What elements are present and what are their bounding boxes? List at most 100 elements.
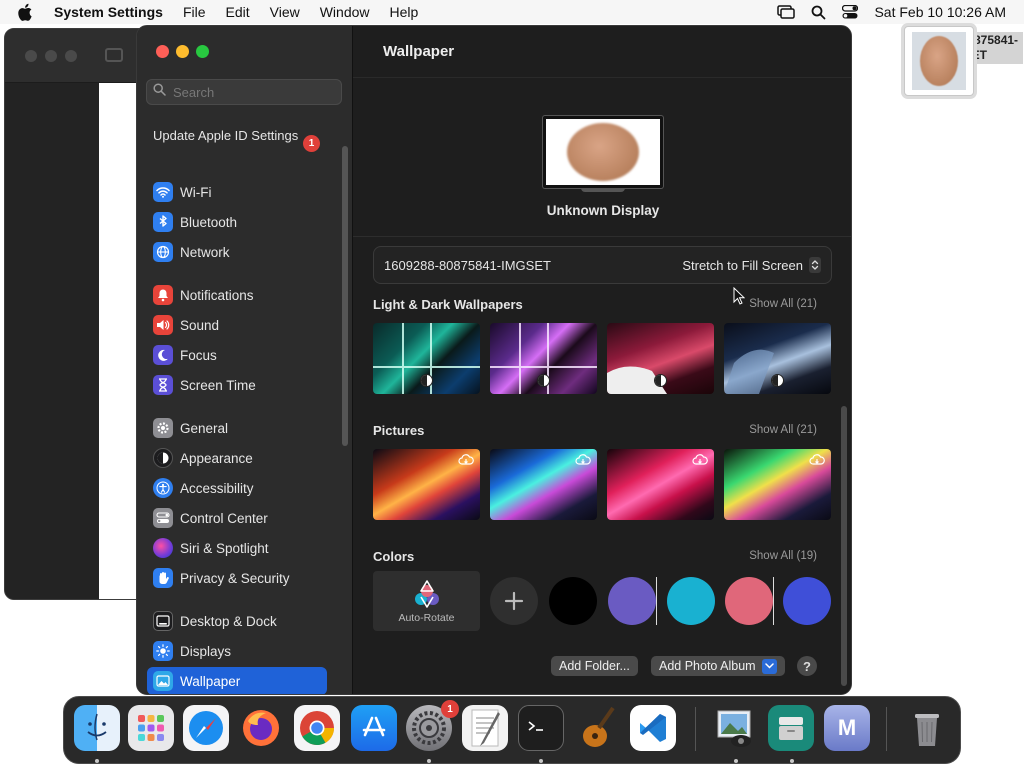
menu-file[interactable]: File <box>173 4 216 20</box>
bg-minimize-button[interactable] <box>45 50 57 62</box>
sidebar-item-appearance[interactable]: Appearance <box>147 444 327 472</box>
auto-rotate-tile[interactable]: Auto-Rotate <box>373 571 480 631</box>
desktop-image-file[interactable]: 1609288-80875841-IMGSET <box>904 26 1024 96</box>
safari-icon[interactable] <box>183 705 229 751</box>
sidebar-item-focus[interactable]: Focus <box>147 341 327 369</box>
bg-close-button[interactable] <box>25 50 37 62</box>
sidebar-item-bluetooth[interactable]: Bluetooth <box>147 208 327 236</box>
sidebar-item-label: Siri & Spotlight <box>180 540 269 556</box>
vscode-icon[interactable] <box>630 705 676 751</box>
instruments-icon[interactable] <box>574 705 620 751</box>
close-button[interactable] <box>156 45 169 58</box>
display-name-label: Unknown Display <box>546 203 660 218</box>
apple-menu-icon[interactable] <box>18 3 36 21</box>
archive-icon[interactable] <box>768 705 814 751</box>
pictures-show-all[interactable]: Show All (21) <box>749 424 817 436</box>
color-swatch-blue[interactable] <box>783 577 831 625</box>
wifi-icon <box>153 182 173 202</box>
cloud-download-icon <box>575 454 591 465</box>
wallpaper-thumb-light-dark-3[interactable] <box>607 323 714 394</box>
menu-window[interactable]: Window <box>310 4 380 20</box>
dock-running-indicator <box>734 759 738 763</box>
sidebar-item-sound[interactable]: Sound <box>147 311 327 339</box>
chrome-icon[interactable] <box>294 705 340 751</box>
textedit-icon[interactable] <box>462 705 508 751</box>
colors-show-all[interactable]: Show All (19) <box>749 550 817 562</box>
dock-icon <box>153 611 173 631</box>
zoom-button[interactable] <box>196 45 209 58</box>
light-dark-mode-icon <box>537 374 550 387</box>
launchpad-icon[interactable] <box>128 705 174 751</box>
light-dark-mode-icon <box>771 374 784 387</box>
sidebar-item-wallpaper[interactable]: Wallpaper <box>147 667 327 694</box>
sidebar-item-desktop-dock[interactable]: Desktop & Dock <box>147 607 327 635</box>
wallpaper-thumb-picture-2[interactable] <box>490 449 597 520</box>
sidebar-item-siri-spotlight[interactable]: Siri & Spotlight <box>147 534 327 562</box>
color-swatch-pink[interactable] <box>725 577 773 625</box>
sidebar-item-accessibility[interactable]: Accessibility <box>147 474 327 502</box>
sidebar-item-network[interactable]: Network <box>147 238 327 266</box>
wallpaper-thumb-light-dark-1[interactable] <box>373 323 480 394</box>
current-wallpaper-name: 1609288-80875841-IMGSET <box>384 257 551 273</box>
control-center-menu-icon[interactable] <box>842 5 859 19</box>
sidebar-item-privacy-security[interactable]: Privacy & Security <box>147 564 327 592</box>
wallpaper-thumb-light-dark-4[interactable] <box>724 323 831 394</box>
dock-running-indicator <box>539 759 543 763</box>
desktop-file-thumbnail <box>904 26 974 96</box>
auto-rotate-label: Auto-Rotate <box>398 612 455 624</box>
sidebar-item-notifications[interactable]: Notifications <box>147 281 327 309</box>
app-store-icon[interactable] <box>351 705 397 751</box>
wallpaper-thumb-picture-1[interactable] <box>373 449 480 520</box>
menu-app-name[interactable]: System Settings <box>52 4 173 20</box>
color-swatch-black[interactable] <box>549 577 597 625</box>
preview-icon[interactable] <box>712 705 758 751</box>
section-divider <box>353 236 851 237</box>
background-finder-window[interactable] <box>4 28 152 600</box>
minimize-button[interactable] <box>176 45 189 58</box>
help-button[interactable]: ? <box>797 656 817 676</box>
content-scrollbar[interactable] <box>841 406 847 686</box>
sidebar-item-control-center[interactable]: Control Center <box>147 504 327 532</box>
sidebar-item-label: Screen Time <box>180 377 256 393</box>
light-dark-mode-icon <box>420 374 433 387</box>
sidebar-search[interactable] <box>146 79 342 105</box>
terminal-icon[interactable] <box>518 705 564 751</box>
screen-mirroring-icon[interactable] <box>777 5 796 19</box>
sidebar-toggle-icon[interactable] <box>105 48 123 62</box>
sidebar-item-displays[interactable]: Displays <box>147 637 327 665</box>
dock-running-indicator <box>790 759 794 763</box>
sidebar-item-wifi[interactable]: Wi-Fi <box>147 178 327 206</box>
sidebar-scrollbar[interactable] <box>342 146 348 446</box>
dock-separator <box>886 707 887 751</box>
search-input[interactable] <box>173 84 333 100</box>
light-dark-show-all[interactable]: Show All (21) <box>749 298 817 310</box>
hourglass-icon <box>153 375 173 395</box>
display-preview <box>543 116 663 188</box>
menu-edit[interactable]: Edit <box>216 4 260 20</box>
color-swatch-cyan[interactable] <box>667 577 715 625</box>
sidebar-item-screen-time[interactable]: Screen Time <box>147 371 327 399</box>
add-folder-button[interactable]: Add Folder... <box>551 656 638 676</box>
sun-icon <box>153 641 173 661</box>
sidebar-item-general[interactable]: General <box>147 414 327 442</box>
add-color-button[interactable] <box>490 577 538 625</box>
system-settings-window: Update Apple ID Settings 1 Wi-Fi Bluetoo… <box>136 25 852 695</box>
add-photo-album-button[interactable]: Add Photo Album <box>651 656 785 676</box>
color-swatch-purple[interactable] <box>608 577 656 625</box>
spotlight-search-icon[interactable] <box>811 5 826 20</box>
wallpaper-thumb-picture-4[interactable] <box>724 449 831 520</box>
menubar-clock[interactable]: Sat Feb 10 10:26 AM <box>874 4 1006 20</box>
wallpaper-icon <box>153 671 173 691</box>
control-center-icon <box>153 508 173 528</box>
finder-icon[interactable] <box>74 705 120 751</box>
wallpaper-thumb-picture-3[interactable] <box>607 449 714 520</box>
trash-icon[interactable] <box>904 705 950 751</box>
menu-view[interactable]: View <box>260 4 310 20</box>
wallpaper-thumb-light-dark-2[interactable] <box>490 323 597 394</box>
firefox-icon[interactable] <box>238 705 284 751</box>
bg-zoom-button[interactable] <box>65 50 77 62</box>
sidebar-item-label: Network <box>180 244 230 260</box>
fill-mode-select[interactable]: Stretch to Fill Screen <box>682 257 821 273</box>
m-app-icon[interactable]: M <box>824 705 870 751</box>
menu-help[interactable]: Help <box>380 4 429 20</box>
